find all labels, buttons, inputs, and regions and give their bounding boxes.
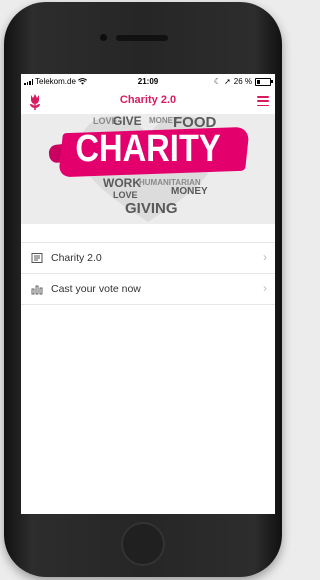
front-camera [100, 34, 107, 41]
phone-screen: Telekom.de 21:09 ☾ ➚ 26 % Charity 2.0 LO… [21, 74, 275, 514]
moon-icon: ☾ [213, 77, 222, 86]
status-right: ☾ ➚ 26 % [213, 77, 273, 86]
list-item-vote[interactable]: Cast your vote now › [21, 274, 275, 305]
status-bar: Telekom.de 21:09 ☾ ➚ 26 % [21, 74, 275, 88]
battery-percent: 26 % [233, 77, 252, 86]
location-arrow-icon: ➚ [224, 77, 231, 86]
document-icon [31, 253, 43, 263]
banner-word: WORK [103, 176, 141, 190]
banner-word: GIVE [113, 114, 142, 128]
battery-icon [255, 77, 273, 86]
chevron-right-icon: › [263, 281, 267, 295]
list-item-label: Cast your vote now [51, 283, 141, 295]
bar-chart-icon [31, 285, 43, 295]
earpiece-speaker [116, 35, 168, 41]
home-button[interactable] [121, 522, 165, 566]
list-item-label: Charity 2.0 [51, 252, 102, 264]
menu-list: Charity 2.0 › Cast your vote now › [21, 242, 275, 305]
banner-word: MONEY [171, 186, 208, 197]
hamburger-menu-icon[interactable] [257, 96, 269, 106]
phone-frame: Telekom.de 21:09 ☾ ➚ 26 % Charity 2.0 LO… [4, 2, 282, 577]
page-title: Charity 2.0 [119, 94, 177, 106]
list-item-charity[interactable]: Charity 2.0 › [21, 243, 275, 274]
charity-banner: LOVE GIVE MONEY FOOD CHARITY WORK HUMANI… [21, 114, 275, 224]
chevron-right-icon: › [263, 250, 267, 264]
app-header: Charity 2.0 [21, 88, 275, 114]
banner-headline: CHARITY [75, 128, 221, 170]
banner-word: LOVE [113, 190, 138, 200]
banner-word: GIVING [125, 200, 178, 217]
